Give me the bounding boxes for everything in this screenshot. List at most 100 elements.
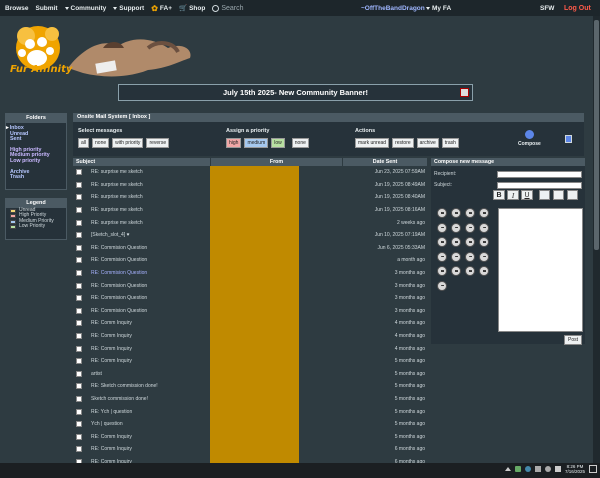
row-checkbox[interactable]: [76, 282, 82, 289]
fur-affinity-logo[interactable]: [8, 18, 198, 86]
row-subject[interactable]: RE: Commision Question: [91, 295, 216, 301]
smiley-icon[interactable]: [437, 208, 447, 218]
row-subject[interactable]: RE: Ych | question: [91, 409, 216, 415]
nav-shop[interactable]: 🛒 Shop: [179, 4, 205, 13]
smiley-icon[interactable]: [479, 237, 489, 247]
taskbar-clock[interactable]: 8:26 PM 7/16/2025: [565, 464, 585, 474]
message-textarea[interactable]: [498, 208, 583, 332]
row-checkbox[interactable]: [76, 207, 82, 214]
italic-button[interactable]: I: [507, 190, 519, 200]
row-subject[interactable]: [Sketch_slot_4] ♥: [91, 232, 216, 238]
row-subject[interactable]: RE: surprise me sketch: [91, 207, 216, 213]
smiley-icon[interactable]: [437, 251, 447, 262]
align-right-icon[interactable]: [567, 190, 578, 200]
smiley-icon[interactable]: [451, 237, 461, 247]
select-with-priority-button[interactable]: with priority: [112, 138, 144, 148]
row-subject[interactable]: RE: Comm Inquiry: [91, 358, 216, 364]
app-tray-icon[interactable]: [514, 466, 521, 472]
smiley-icon[interactable]: [437, 280, 447, 291]
smiley-icon[interactable]: [479, 208, 489, 218]
smiley-icon[interactable]: [437, 237, 447, 247]
row-checkbox[interactable]: [76, 194, 82, 201]
row-checkbox[interactable]: [76, 358, 82, 365]
row-checkbox[interactable]: [76, 370, 82, 377]
archive-button[interactable]: archive: [416, 138, 439, 148]
row-subject[interactable]: RE: Comm Inquiry: [91, 446, 216, 452]
network-icon[interactable]: [524, 466, 531, 472]
wifi-icon[interactable]: [554, 466, 561, 472]
row-subject[interactable]: RE: surprise me sketch: [91, 182, 216, 188]
smiley-icon[interactable]: [479, 222, 489, 233]
smiley-icon[interactable]: [465, 208, 475, 218]
post-button[interactable]: Post: [564, 335, 583, 345]
row-checkbox[interactable]: [76, 408, 82, 415]
row-checkbox[interactable]: [76, 395, 82, 402]
row-checkbox[interactable]: [76, 219, 82, 226]
smiley-icon[interactable]: [437, 266, 447, 276]
row-subject[interactable]: RE: Comm Inquiry: [91, 434, 216, 440]
page-scrollbar[interactable]: [593, 16, 600, 463]
smiley-icon[interactable]: [451, 208, 461, 218]
folder-low-priority[interactable]: Low priority: [10, 158, 66, 165]
align-center-icon[interactable]: [553, 190, 564, 200]
select-all-button[interactable]: all: [78, 138, 90, 148]
select-reverse-button[interactable]: reverse: [146, 138, 170, 148]
trash-button[interactable]: trash: [441, 138, 459, 148]
nav-my-fa[interactable]: My FA: [426, 5, 451, 12]
row-checkbox[interactable]: [76, 345, 82, 352]
row-subject[interactable]: RE: Comm Inquiry: [91, 320, 216, 326]
compose-button[interactable]: Compose: [518, 130, 541, 147]
row-checkbox[interactable]: [76, 383, 82, 390]
restore-button[interactable]: restore: [392, 138, 414, 148]
nav-logout[interactable]: Log Out: [564, 5, 591, 12]
row-subject[interactable]: Sketch commission done!: [91, 396, 216, 402]
priority-medium-button[interactable]: medium: [244, 138, 269, 148]
recipient-input[interactable]: [497, 170, 582, 178]
column-subject[interactable]: Subject: [73, 158, 210, 166]
row-checkbox[interactable]: [76, 244, 82, 251]
smiley-icon[interactable]: [479, 266, 489, 276]
notification-icon[interactable]: [589, 465, 597, 473]
row-subject[interactable]: artist: [91, 371, 216, 377]
subject-input[interactable]: [497, 181, 582, 189]
nav-support[interactable]: Support: [113, 5, 144, 12]
nav-submit[interactable]: Submit: [35, 5, 57, 12]
row-checkbox[interactable]: [76, 181, 82, 188]
smiley-icon[interactable]: [451, 251, 461, 262]
row-checkbox[interactable]: [76, 421, 82, 428]
nav-username[interactable]: ~OffTheBandDragon: [361, 5, 425, 12]
mark-unread-button[interactable]: mark unread: [355, 138, 390, 148]
underline-button[interactable]: U: [521, 190, 533, 200]
select-none-button[interactable]: none: [92, 138, 110, 148]
community-banner[interactable]: July 15th 2025- New Community Banner!: [118, 84, 473, 101]
smiley-icon[interactable]: [465, 222, 475, 233]
battery-icon[interactable]: [534, 466, 541, 472]
scrollbar-thumb[interactable]: [594, 20, 599, 250]
nav-fa-plus[interactable]: ✿ FA+: [151, 4, 172, 13]
smiley-icon[interactable]: [465, 266, 475, 276]
bold-button[interactable]: B: [493, 190, 505, 200]
nav-browse[interactable]: Browse: [5, 5, 28, 12]
row-checkbox[interactable]: [76, 446, 82, 453]
row-subject[interactable]: RE: Commision Question: [91, 308, 216, 314]
row-checkbox[interactable]: [76, 232, 82, 239]
close-banner-icon[interactable]: [460, 88, 469, 97]
nav-sfw-toggle[interactable]: SFW: [540, 5, 554, 12]
row-checkbox[interactable]: [76, 320, 82, 327]
folder-trash[interactable]: Trash: [10, 175, 66, 181]
row-subject[interactable]: RE: Sketch commission done!: [91, 383, 216, 389]
column-from[interactable]: From: [211, 158, 342, 166]
row-checkbox[interactable]: [76, 169, 82, 176]
nav-community[interactable]: Community: [64, 5, 106, 12]
row-subject[interactable]: RE: surprise me sketch: [91, 169, 216, 175]
row-subject[interactable]: RE: Commision Question: [91, 283, 216, 289]
priority-low-button[interactable]: low: [271, 138, 285, 148]
row-subject[interactable]: RE: Comm Inquiry: [91, 333, 216, 339]
nav-search[interactable]: Search: [212, 4, 244, 12]
smiley-icon[interactable]: [451, 266, 461, 276]
chevron-up-icon[interactable]: [504, 467, 511, 471]
smiley-icon[interactable]: [451, 222, 461, 233]
row-subject[interactable]: RE: surprise me sketch: [91, 194, 216, 200]
priority-none-button[interactable]: none: [291, 138, 309, 148]
row-subject[interactable]: Ych | question: [91, 421, 216, 427]
